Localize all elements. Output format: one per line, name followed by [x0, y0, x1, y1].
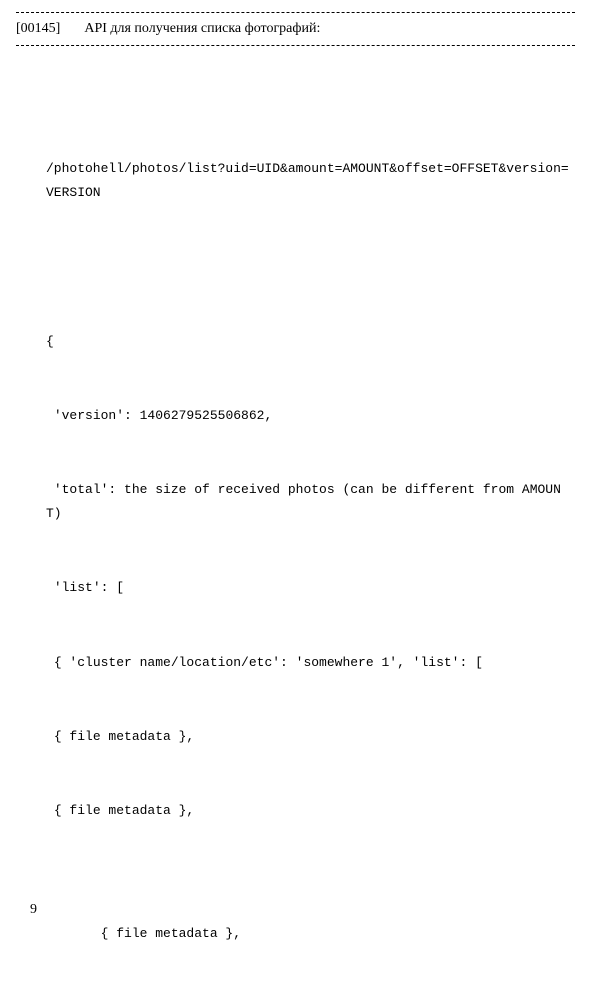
heading-row: [00145] API для получения списка фотогра…: [16, 17, 575, 41]
code-text: { file metadata },: [93, 926, 241, 941]
code-line-with-marker: 9 { file metadata },: [46, 873, 573, 972]
paragraph-number: [00145]: [16, 21, 60, 37]
line-number-marker: 9: [30, 897, 37, 924]
divider-top: [16, 12, 575, 13]
code-url-line: /photohell/photos/list?uid=UID&amount=AM…: [46, 157, 573, 206]
code-line: 'version': 1406279525506862,: [46, 404, 573, 429]
code-block: /photohell/photos/list?uid=UID&amount=AM…: [16, 50, 575, 1000]
code-line: { file metadata },: [46, 799, 573, 824]
code-line: 'total': the size of received photos (ca…: [46, 478, 573, 527]
code-line: 'list': [: [46, 576, 573, 601]
code-line: { file metadata },: [46, 725, 573, 750]
code-line: { 'cluster name/location/etc': 'somewher…: [46, 651, 573, 676]
code-inner: /photohell/photos/list?uid=UID&amount=AM…: [46, 107, 573, 1000]
code-line: {: [46, 330, 573, 355]
code-blank: [46, 256, 573, 281]
divider-bottom: [16, 45, 575, 46]
paragraph-text: API для получения списка фотографий:: [84, 21, 320, 37]
